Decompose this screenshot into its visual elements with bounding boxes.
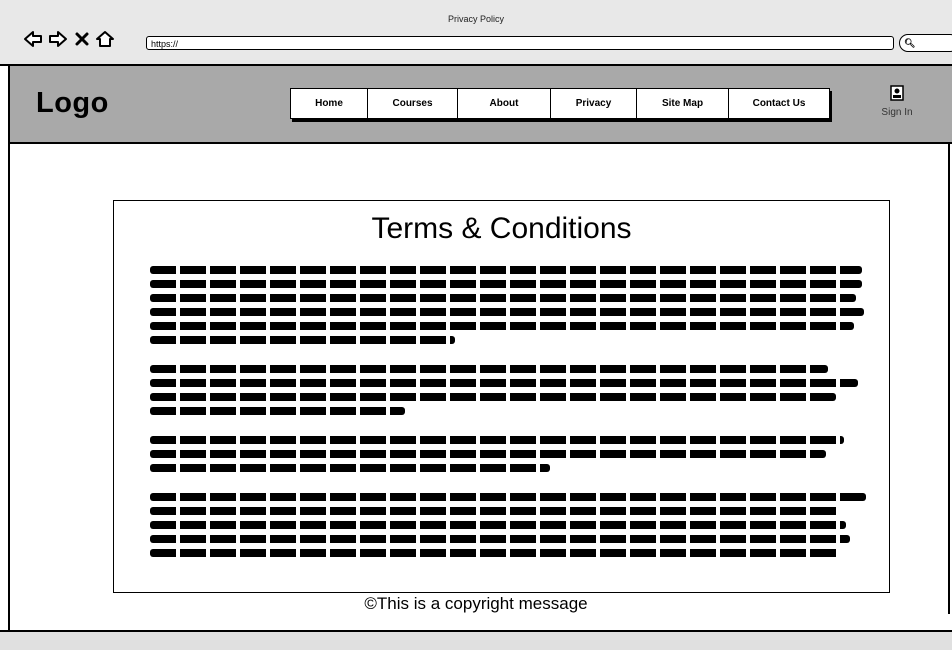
home-button[interactable]: [94, 28, 116, 50]
sign-in-button[interactable]: Sign In: [872, 85, 922, 118]
nav-item-contact-us[interactable]: Contact Us: [729, 89, 829, 118]
window-title: Privacy Policy: [447, 14, 504, 24]
back-arrow-icon: [24, 31, 42, 47]
window-border: [948, 144, 950, 614]
browser-search-button[interactable]: 🔍︎: [899, 34, 952, 52]
browser-toolbar: [0, 0, 952, 66]
page-title: Terms & Conditions: [371, 212, 632, 245]
copyright-text: ©This is a copyright message: [364, 594, 588, 613]
stop-button[interactable]: [71, 28, 93, 50]
status-bar: [0, 630, 952, 650]
home-icon: [96, 31, 114, 47]
back-button[interactable]: [22, 28, 44, 50]
nav-item-courses[interactable]: Courses: [368, 89, 458, 118]
user-icon: [890, 85, 904, 101]
site-logo[interactable]: Logo: [36, 87, 109, 120]
forward-arrow-icon: [49, 31, 67, 47]
url-input[interactable]: https://: [146, 36, 894, 50]
forward-button[interactable]: [47, 28, 69, 50]
text-paragraph: [150, 436, 870, 478]
nav-item-site-map[interactable]: Site Map: [637, 89, 729, 118]
main-nav: Home Courses About Privacy Site Map Cont…: [290, 88, 830, 119]
nav-item-about[interactable]: About: [458, 89, 551, 118]
nav-item-privacy[interactable]: Privacy: [551, 89, 637, 118]
text-paragraph: [150, 266, 870, 350]
sign-in-label: Sign In: [881, 107, 913, 118]
window-border: [8, 144, 10, 630]
text-paragraph: [150, 493, 870, 563]
close-icon: [75, 32, 89, 46]
nav-item-home[interactable]: Home: [291, 89, 368, 118]
search-icon: 🔍︎: [904, 38, 916, 48]
text-paragraph: [150, 365, 870, 421]
